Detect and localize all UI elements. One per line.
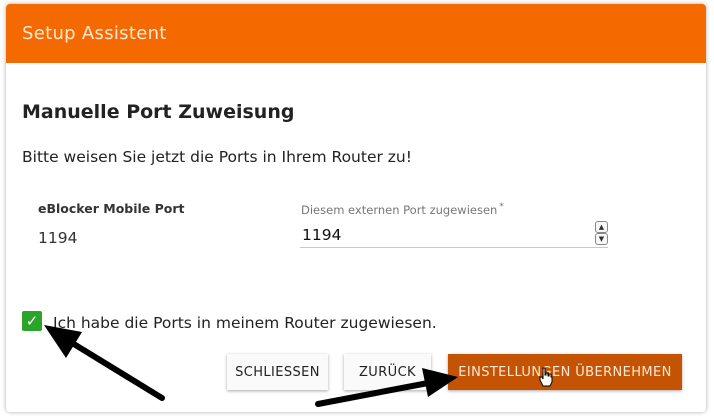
annotation-arrows — [44, 325, 458, 407]
arrow-icon — [315, 368, 458, 407]
arrow-icon — [44, 325, 165, 401]
